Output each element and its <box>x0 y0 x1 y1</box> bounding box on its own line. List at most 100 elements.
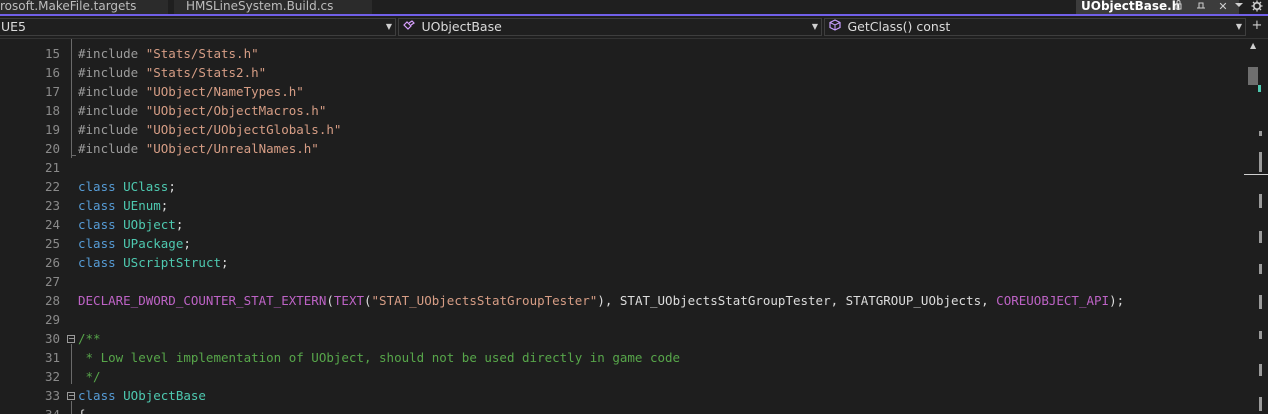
document-tab-bar: rosoft.MakeFile.targets HMSLineSystem.Bu… <box>0 0 1268 16</box>
code-token: #include <box>78 122 146 137</box>
tab-label: UObjectBase.h <box>1081 0 1181 13</box>
code-line[interactable]: 23 class UEnum; <box>0 196 1244 215</box>
code-text: #include "UObject/ObjectMacros.h" <box>78 101 326 120</box>
code-token: ; <box>175 217 184 232</box>
code-line[interactable]: 25 class UPackage; <box>0 234 1244 253</box>
scroll-marker <box>1259 131 1262 136</box>
code-line[interactable]: 27 <box>0 272 1244 291</box>
code-token: #include <box>78 103 146 118</box>
code-token: { <box>78 407 86 414</box>
code-token: COREUOBJECT_API <box>996 293 1110 308</box>
close-icon[interactable]: ✕ <box>1218 1 1228 13</box>
split-view-icon[interactable]: + <box>1249 18 1265 36</box>
active-tab-icons: ✕ <box>1173 0 1237 14</box>
scroll-marker <box>1259 152 1262 172</box>
code-text: class UPackage; <box>78 234 191 253</box>
code-editor[interactable]: 15 #include "Stats/Stats.h" 16 #include "St… <box>0 39 1244 414</box>
code-line[interactable]: 24 class UObject; <box>0 215 1244 234</box>
code-line[interactable]: 26 class UScriptStruct; <box>0 253 1244 272</box>
code-line[interactable]: 28 DECLARE_DWORD_COUNTER_STAT_EXTERN(TEXT… <box>0 291 1244 310</box>
code-token: ), STAT_UObjectsStatGroupTester, STATGRO… <box>597 293 997 308</box>
code-token: * Low level implementation of UObject, s… <box>78 350 681 365</box>
scroll-marker <box>1259 231 1262 243</box>
code-line[interactable]: 29 <box>0 310 1244 329</box>
code-token: /** <box>78 331 101 346</box>
chevron-down-icon: ▼ <box>385 22 392 31</box>
code-text: #include "Stats/Stats.h" <box>78 44 259 63</box>
code-text: class UClass; <box>78 177 176 196</box>
code-text: class UObjectBase <box>78 386 206 405</box>
project-dropdown[interactable]: UE5 ▼ <box>0 18 396 36</box>
code-line[interactable]: 16 #include "Stats/Stats2.h" <box>0 63 1244 82</box>
code-line[interactable]: 20 #include "UObject/UnrealNames.h" <box>0 139 1244 158</box>
gear-icon[interactable] <box>1251 0 1263 14</box>
code-token: "Stats/Stats2.h" <box>145 65 267 80</box>
scope-label: UObjectBase <box>421 19 502 34</box>
code-text: #include "Stats/Stats2.h" <box>78 63 266 82</box>
scope-dropdown[interactable]: UObjectBase ▼ <box>398 18 822 36</box>
code-token: "UObject/NameTypes.h" <box>145 84 304 99</box>
code-line[interactable]: 21 <box>0 158 1244 177</box>
line-number: 15 <box>44 46 60 61</box>
code-token: #include <box>78 141 146 156</box>
code-token: "Stats/Stats.h" <box>145 46 259 61</box>
code-text: class UEnum; <box>78 196 168 215</box>
line-number: 30 <box>44 331 60 346</box>
tab-makefile-targets[interactable]: rosoft.MakeFile.targets <box>0 0 168 14</box>
tab-dropdown-icon[interactable] <box>1234 0 1244 14</box>
scroll-up-icon[interactable]: ▲ <box>1250 41 1256 50</box>
method-icon <box>829 19 845 34</box>
code-line[interactable]: 32 */ <box>0 367 1244 386</box>
pin-icon[interactable] <box>1173 0 1183 13</box>
member-dropdown[interactable]: GetClass() const ▼ <box>824 18 1246 36</box>
fold-toggle-class[interactable]: − <box>67 392 75 400</box>
code-token: ( <box>326 293 334 308</box>
code-line[interactable]: 31 * Low level implementation of UObject… <box>0 348 1244 367</box>
line-number: 25 <box>44 236 60 251</box>
code-token: UClass <box>123 179 169 194</box>
code-token: "UObject/UnrealNames.h" <box>145 141 319 156</box>
code-token: class <box>78 198 124 213</box>
code-token: "STAT_UObjectsStatGroupTester" <box>371 293 598 308</box>
line-number: 16 <box>44 65 60 80</box>
code-line[interactable]: 15 #include "Stats/Stats.h" <box>0 44 1244 63</box>
code-token: UScriptStruct <box>123 255 221 270</box>
code-text: class UScriptStruct; <box>78 253 229 272</box>
scroll-marker <box>1259 331 1262 339</box>
code-token: UObject <box>123 217 176 232</box>
code-text: #include "UObject/UnrealNames.h" <box>78 139 319 158</box>
code-text: DECLARE_DWORD_COUNTER_STAT_EXTERN(TEXT("… <box>78 291 1124 310</box>
code-line[interactable]: 19 #include "UObject/UObjectGlobals.h" <box>0 120 1244 139</box>
tab-build-cs[interactable]: HMSLineSystem.Build.cs <box>174 0 372 14</box>
line-number: 29 <box>44 312 60 327</box>
code-line[interactable]: 33 class UObjectBase <box>0 386 1244 405</box>
line-number: 19 <box>44 122 60 137</box>
code-token: DECLARE_DWORD_COUNTER_STAT_EXTERN <box>78 293 327 308</box>
code-text: /** <box>78 329 101 348</box>
line-number: 24 <box>44 217 60 232</box>
line-number: 34 <box>0 405 60 414</box>
code-line[interactable]: 18 #include "UObject/ObjectMacros.h" <box>0 101 1244 120</box>
line-number: 31 <box>44 350 60 365</box>
tab-label: rosoft.MakeFile.targets <box>0 0 137 13</box>
vertical-scrollbar[interactable]: ▲ <box>1244 39 1268 414</box>
class-icon <box>403 20 419 34</box>
scroll-thumb[interactable] <box>1248 67 1258 85</box>
code-line[interactable]: 34 { <box>0 405 1244 414</box>
line-number: 27 <box>44 274 60 289</box>
code-token: TEXT <box>333 293 364 308</box>
line-number: 17 <box>44 84 60 99</box>
class-fold-guide <box>71 401 72 414</box>
scroll-marker <box>1259 264 1262 274</box>
code-line[interactable]: 30 /** <box>0 329 1244 348</box>
code-text: class UObject; <box>78 215 183 234</box>
code-token: ; <box>168 179 176 194</box>
code-line[interactable]: 22 class UClass; <box>0 177 1244 196</box>
code-token: ; <box>183 236 191 251</box>
tab-label: HMSLineSystem.Build.cs <box>186 0 334 13</box>
keep-tab-open-icon[interactable] <box>1196 0 1206 13</box>
code-line[interactable]: 17 #include "UObject/NameTypes.h" <box>0 82 1244 101</box>
code-text: #include "UObject/UObjectGlobals.h" <box>78 120 341 139</box>
line-number: 33 <box>44 388 60 403</box>
fold-toggle-comment[interactable]: − <box>67 335 75 343</box>
